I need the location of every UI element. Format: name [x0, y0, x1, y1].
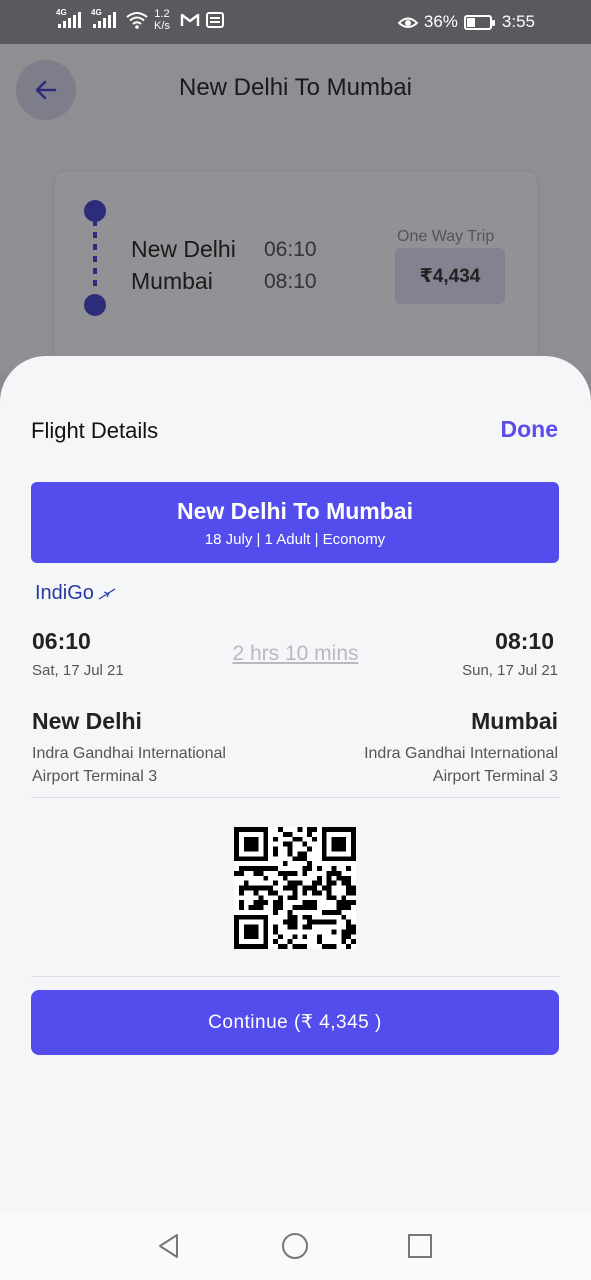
status-right: 36% 3:55	[397, 12, 535, 32]
nav-back-icon[interactable]	[155, 1232, 183, 1260]
route-title: New Delhi To Mumbai	[177, 498, 413, 524]
network-speed: 1.2 K/s	[154, 8, 170, 32]
eye-icon	[397, 17, 418, 28]
airline-name: IndiGo	[35, 582, 94, 604]
background-page: New Delhi To Mumbai New Delhi 06:10 Mumb…	[0, 44, 591, 374]
to-city: Mumbai	[131, 268, 213, 294]
message-icon	[205, 12, 224, 28]
network-type-label: 4G	[56, 8, 67, 17]
divider	[31, 797, 559, 798]
page-title: New Delhi To Mumbai	[179, 74, 412, 101]
plane-icon	[98, 587, 116, 600]
route-line	[83, 196, 107, 316]
to-time: 08:10	[264, 270, 317, 293]
continue-button[interactable]: Continue (₹ 4,345 )	[31, 990, 559, 1055]
flight-details-sheet: Flight Details Done New Delhi To Mumbai …	[0, 356, 591, 1212]
route-subtitle: 18 July | 1 Adult | Economy	[204, 531, 386, 548]
arrival-city: Mumbai	[471, 708, 558, 734]
origin-dot	[84, 200, 106, 222]
arrival-airport: Indra Gandhai International Airport Term…	[364, 745, 558, 785]
route-banner: New Delhi To Mumbai 18 July | 1 Adult | …	[31, 482, 559, 563]
done-button[interactable]: Done	[501, 416, 559, 443]
departure-city: New Delhi	[32, 708, 142, 734]
network-type-label: 4G	[91, 8, 102, 17]
trip-type: One Way Trip	[397, 228, 495, 245]
nav-recents-icon[interactable]	[406, 1232, 434, 1260]
arrival-date: Sun, 17 Jul 21	[462, 662, 558, 679]
divider	[31, 976, 559, 977]
arrival-time: 08:10	[495, 628, 554, 654]
nav-home-icon[interactable]	[281, 1232, 309, 1260]
battery-percent: 36%	[423, 12, 458, 31]
from-time: 06:10	[264, 238, 317, 261]
flight-card[interactable]: New Delhi 06:10 Mumbai 08:10 One Way Tri…	[55, 172, 537, 372]
system-nav-bar	[0, 1212, 591, 1280]
status-left: 4G 4G 1.2 K/s	[56, 8, 224, 32]
signal-icon: 4G	[56, 8, 81, 28]
destination-dot	[84, 294, 106, 316]
wifi-icon	[126, 12, 148, 29]
departure-airport: Indra Gandhai International Airport Term…	[32, 745, 226, 785]
from-city: New Delhi	[131, 236, 236, 262]
qr-code	[234, 827, 356, 949]
signal-icon: 4G	[91, 8, 116, 28]
sheet-title: Flight Details	[31, 418, 159, 443]
clock: 3:55	[501, 12, 535, 31]
status-bar: 4G 4G 1.2 K/s 36% 3:55	[0, 0, 591, 44]
airline-logo: IndiGo	[35, 582, 116, 605]
battery-icon	[463, 14, 495, 30]
price-badge: ₹4,434	[395, 248, 505, 304]
gmail-icon	[180, 13, 200, 26]
